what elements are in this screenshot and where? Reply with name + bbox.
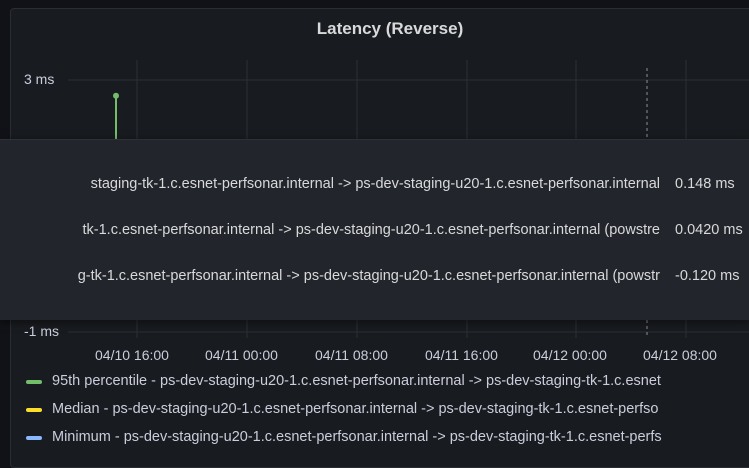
tooltip-series-label: g-tk-1.c.esnet-perfsonar.internal -> ps-… [77, 268, 660, 284]
tooltip-series-label: tk-1.c.esnet-perfsonar.internal -> ps-de… [82, 222, 660, 238]
legend-swatch [26, 408, 42, 412]
x-tick-label: 04/12 00:00 [533, 347, 607, 363]
tooltip-value: 0.148 ms [675, 176, 735, 192]
legend-label: Minimum - ps-dev-staging-u20-1.c.esnet-p… [52, 429, 662, 445]
hover-tooltip: staging-tk-1.c.esnet-perfsonar.internal … [0, 139, 749, 320]
tooltip-value: 0.0420 ms [675, 222, 743, 238]
chart-series [113, 92, 119, 140]
x-tick-label: 04/11 08:00 [315, 347, 388, 363]
tooltip-row: g-tk-1.c.esnet-perfsonar.internal -> ps-… [0, 266, 749, 294]
legend-label: Median - ps-dev-staging-u20-1.c.esnet-pe… [52, 401, 659, 417]
x-tick-label: 04/12 08:00 [643, 347, 717, 363]
x-tick-label: 04/11 16:00 [425, 347, 498, 363]
y-tick-label: 3 ms [24, 71, 55, 87]
x-tick-label: 04/10 16:00 [95, 347, 169, 363]
y-tick-label: -1 ms [24, 323, 59, 339]
x-tick-label: 04/11 00:00 [205, 347, 278, 363]
tooltip-series-label: staging-tk-1.c.esnet-perfsonar.internal … [90, 176, 660, 192]
legend-label: 95th percentile - ps-dev-staging-u20-1.c… [52, 373, 661, 389]
legend-swatch [26, 436, 42, 440]
tooltip-value: -0.120 ms [675, 268, 740, 284]
legend-swatch [26, 380, 42, 384]
tooltip-row: staging-tk-1.c.esnet-perfsonar.internal … [0, 174, 749, 202]
data-point [113, 92, 119, 99]
tooltip-row: tk-1.c.esnet-perfsonar.internal -> ps-de… [0, 220, 749, 248]
